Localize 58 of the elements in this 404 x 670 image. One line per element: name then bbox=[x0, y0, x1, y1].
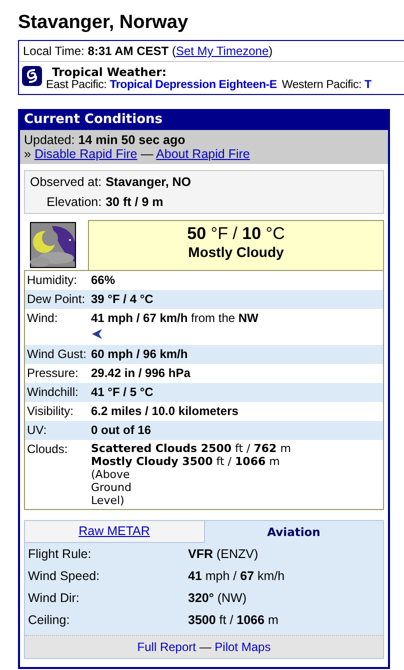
full-report-link[interactable]: Full Report bbox=[137, 640, 196, 654]
row-value: 66% bbox=[91, 273, 116, 288]
station-value: Stavanger, NO bbox=[106, 175, 192, 189]
paren-text: ) bbox=[268, 44, 273, 58]
separator-text: — bbox=[140, 147, 154, 161]
station-label: Observed at: bbox=[30, 175, 102, 189]
bullet-text: » bbox=[24, 147, 32, 161]
row-label: Clouds: bbox=[27, 442, 69, 458]
row-label: Visibility: bbox=[27, 404, 74, 419]
aviation-label: Wind Speed: bbox=[28, 569, 101, 583]
aviation-label: Wind Dir: bbox=[28, 591, 80, 605]
row-label: UV: bbox=[27, 423, 48, 438]
cloud-text: (Above bbox=[91, 468, 131, 481]
row-label: Humidity: bbox=[27, 273, 78, 288]
row-value: 41 °F / 5 °C bbox=[91, 385, 154, 400]
aviation-value: VFR (ENZV) bbox=[188, 547, 260, 561]
local-time: Local Time: 8:31 AM CEST ( bbox=[23, 44, 176, 58]
row-value: 39 °F / 4 °C bbox=[91, 292, 154, 307]
storm-link[interactable]: Tropical Depression Eighteen-E bbox=[110, 79, 277, 91]
rapid-fire-link[interactable]: Disable Rapid Fire bbox=[34, 147, 138, 161]
cloud-text: Mostly Cloudy 3500 ft / 1066 m bbox=[91, 455, 281, 468]
row-value: 41 mph / 67 km/h from the NW bbox=[91, 311, 260, 326]
aviation-label: Flight Rule: bbox=[28, 547, 92, 561]
row-value: 29.42 in / 996 hPa bbox=[91, 366, 192, 381]
storm-link[interactable]: T bbox=[364, 79, 372, 91]
cloud-text: Level) bbox=[91, 494, 126, 507]
page-title: Stavanger, Norway bbox=[18, 12, 190, 34]
region-label: Western Pacific: bbox=[282, 79, 363, 91]
timezone-link[interactable]: Set My Timezone bbox=[176, 44, 269, 58]
cloud-text: Ground bbox=[91, 481, 132, 494]
row-value: 6.2 miles / 10.0 kilometers bbox=[91, 404, 240, 419]
row-label: Dew Point: bbox=[27, 292, 86, 307]
rapid-fire-link[interactable]: About Rapid Fire bbox=[156, 147, 250, 161]
row-label: Windchill: bbox=[27, 385, 80, 400]
hurricane-icon bbox=[21, 65, 43, 87]
separator-text: — bbox=[198, 640, 212, 654]
row-label: Wind Gust: bbox=[27, 347, 88, 362]
cloud-text: Scattered Clouds 2500 ft / 762 m bbox=[91, 442, 292, 455]
wind-arrow-icon bbox=[91, 328, 103, 340]
aviation-label: Ceiling: bbox=[28, 613, 71, 627]
row-value: 0 out of 16 bbox=[91, 423, 152, 438]
station-value: 30 ft / 9 m bbox=[106, 195, 164, 209]
aviation-value: 320° (NW) bbox=[188, 591, 248, 605]
station-label: Elevation: bbox=[46, 195, 102, 209]
updated-text: Updated: 14 min 50 sec ago bbox=[24, 133, 186, 147]
temperature: 50 °F / 10 °C bbox=[186, 224, 286, 244]
row-label: Wind: bbox=[27, 311, 59, 327]
aviation-value: 3500 ft / 1066 m bbox=[188, 613, 280, 627]
row-value: 60 mph / 96 km/h bbox=[91, 347, 189, 362]
panel-title: Current Conditions bbox=[20, 109, 388, 130]
pilot-maps-link[interactable]: Pilot Maps bbox=[214, 640, 271, 654]
condition: Mostly Cloudy bbox=[187, 244, 285, 260]
aviation-value: 41 mph / 67 km/h bbox=[188, 569, 286, 583]
moon-cloud-icon bbox=[30, 222, 76, 268]
tab[interactable]: Raw METAR bbox=[25, 521, 204, 543]
region-label: East Pacific: bbox=[46, 79, 108, 91]
tropical-title: Tropical Weather: bbox=[52, 65, 168, 79]
row-label: Pressure: bbox=[27, 366, 80, 381]
